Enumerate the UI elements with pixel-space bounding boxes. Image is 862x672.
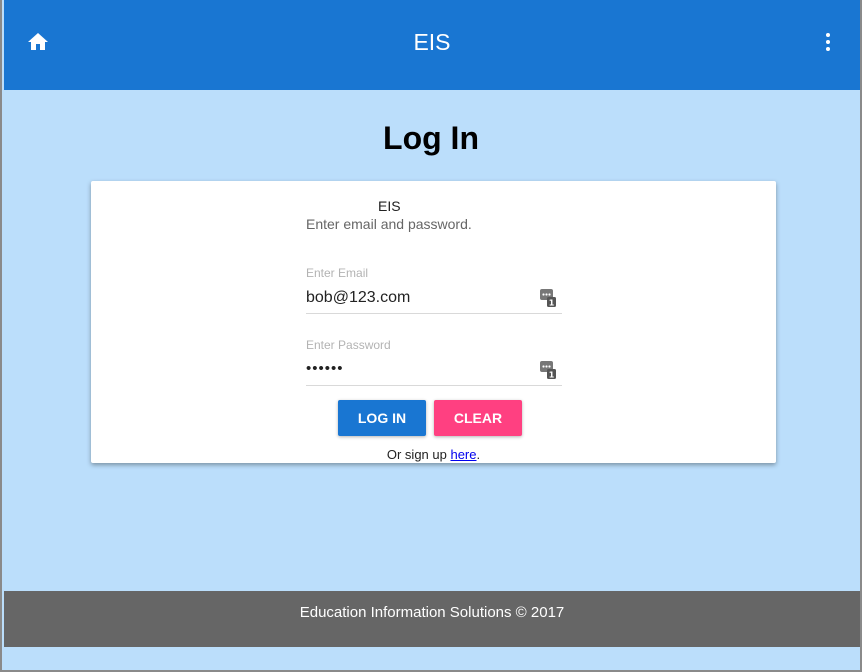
email-field-group: Enter Email bob@123.com 1 [306,266,562,314]
email-label: Enter Email [306,266,369,280]
svg-text:1: 1 [549,371,555,380]
signup-text: Or sign up here. [91,447,776,462]
login-button[interactable]: LOG IN [338,400,426,436]
signup-prefix: Or sign up [386,447,451,462]
password-label: Enter Password [306,338,391,352]
card-app-name: EIS [378,198,401,214]
app-bar: EIS [4,0,860,90]
password-field[interactable]: •••••• 1 [306,358,562,386]
email-field[interactable]: bob@123.com 1 [306,286,562,314]
footer: Education Information Solutions © 2017 [4,591,860,647]
email-value: bob@123.com [306,289,411,306]
login-card: EIS Enter email and password. Enter Emai… [91,181,776,463]
password-value: •••••• [306,360,344,377]
page-title: Log In [383,120,479,156]
password-manager-key-icon[interactable]: 1 [540,361,556,380]
svg-text:1: 1 [549,299,555,308]
password-manager-key-icon[interactable]: 1 [540,289,556,308]
app-frame: EIS Log In EIS Enter email and password.… [0,0,862,672]
app-title: EIS [413,29,451,55]
card-subtitle: Enter email and password. [306,216,472,232]
signup-suffix: . [476,447,481,462]
more-vert-icon[interactable] [816,30,840,54]
password-field-group: Enter Password •••••• 1 [306,338,562,386]
signup-link[interactable]: here [450,447,476,462]
clear-button[interactable]: CLEAR [434,400,522,436]
